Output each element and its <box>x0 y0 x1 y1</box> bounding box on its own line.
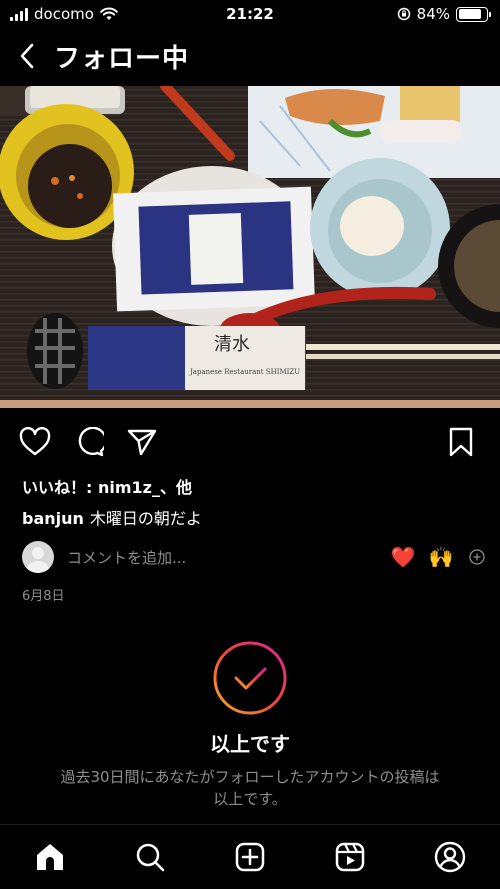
nav-profile[interactable] <box>432 839 468 875</box>
status-bar: docomo 21:22 84% <box>0 0 500 28</box>
like-button[interactable] <box>17 424 53 460</box>
heart-icon <box>19 427 51 456</box>
comment-row: コメントを追加... ❤️ 🙌 <box>22 540 492 574</box>
back-button[interactable] <box>0 30 54 82</box>
caught-up-title: 以上です <box>210 732 290 756</box>
breakfast-photo <box>0 86 500 408</box>
caught-up-subtitle: 過去30日間にあなたがフォローしたアカウントの投稿は 以上です。 <box>0 766 500 810</box>
bottom-nav <box>0 824 500 889</box>
reels-icon <box>335 842 365 872</box>
comment-input[interactable]: コメントを追加... <box>67 547 380 568</box>
nav-home[interactable] <box>32 839 68 875</box>
caught-up-check-icon <box>212 640 288 716</box>
avatar <box>22 541 54 573</box>
save-button[interactable] <box>443 424 479 460</box>
home-icon <box>37 844 63 870</box>
caption-text: 木曜日の朝だよ <box>89 509 202 528</box>
caught-up-subtitle-line2: 以上です。 <box>213 790 287 808</box>
header: フォロー中 <box>0 30 500 82</box>
caught-up-subtitle-line1: 過去30日間にあなたがフォローしたアカウントの投稿は <box>60 768 440 786</box>
post-photo[interactable]: 清水 Japanese Restaurant SHIMIZU <box>0 86 500 408</box>
bookmark-icon <box>449 427 473 457</box>
create-icon <box>235 842 265 872</box>
chevron-left-icon <box>20 43 34 69</box>
nav-reels[interactable] <box>332 839 368 875</box>
battery-icon <box>456 6 491 22</box>
caption-username[interactable]: banjun <box>22 509 84 528</box>
comment-icon <box>78 427 104 457</box>
search-icon <box>136 843 165 872</box>
comment-button[interactable] <box>71 424 107 460</box>
share-button[interactable] <box>124 424 160 460</box>
heart-emoji-button[interactable]: ❤️ <box>388 542 418 572</box>
raised-hands-emoji-button[interactable]: 🙌 <box>426 542 456 572</box>
add-emoji-button[interactable] <box>462 542 492 572</box>
photo-label: 清水 <box>214 334 250 355</box>
orientation-lock-icon <box>397 7 410 21</box>
post-date: 6月8日 <box>22 589 65 604</box>
plus-circle-icon <box>469 549 485 565</box>
post-actions <box>0 420 500 464</box>
likes-text[interactable]: いいね！: nim1z_、他 <box>22 474 192 498</box>
photo-sublabel: Japanese Restaurant SHIMIZU <box>190 368 301 376</box>
nav-search[interactable] <box>132 839 168 875</box>
nav-create[interactable] <box>232 839 268 875</box>
send-icon <box>127 429 157 456</box>
profile-icon <box>434 841 466 873</box>
battery-percent: 84% <box>416 5 450 23</box>
caption: banjun 木曜日の朝だよ <box>22 505 202 529</box>
page-title: フォロー中 <box>54 43 190 74</box>
